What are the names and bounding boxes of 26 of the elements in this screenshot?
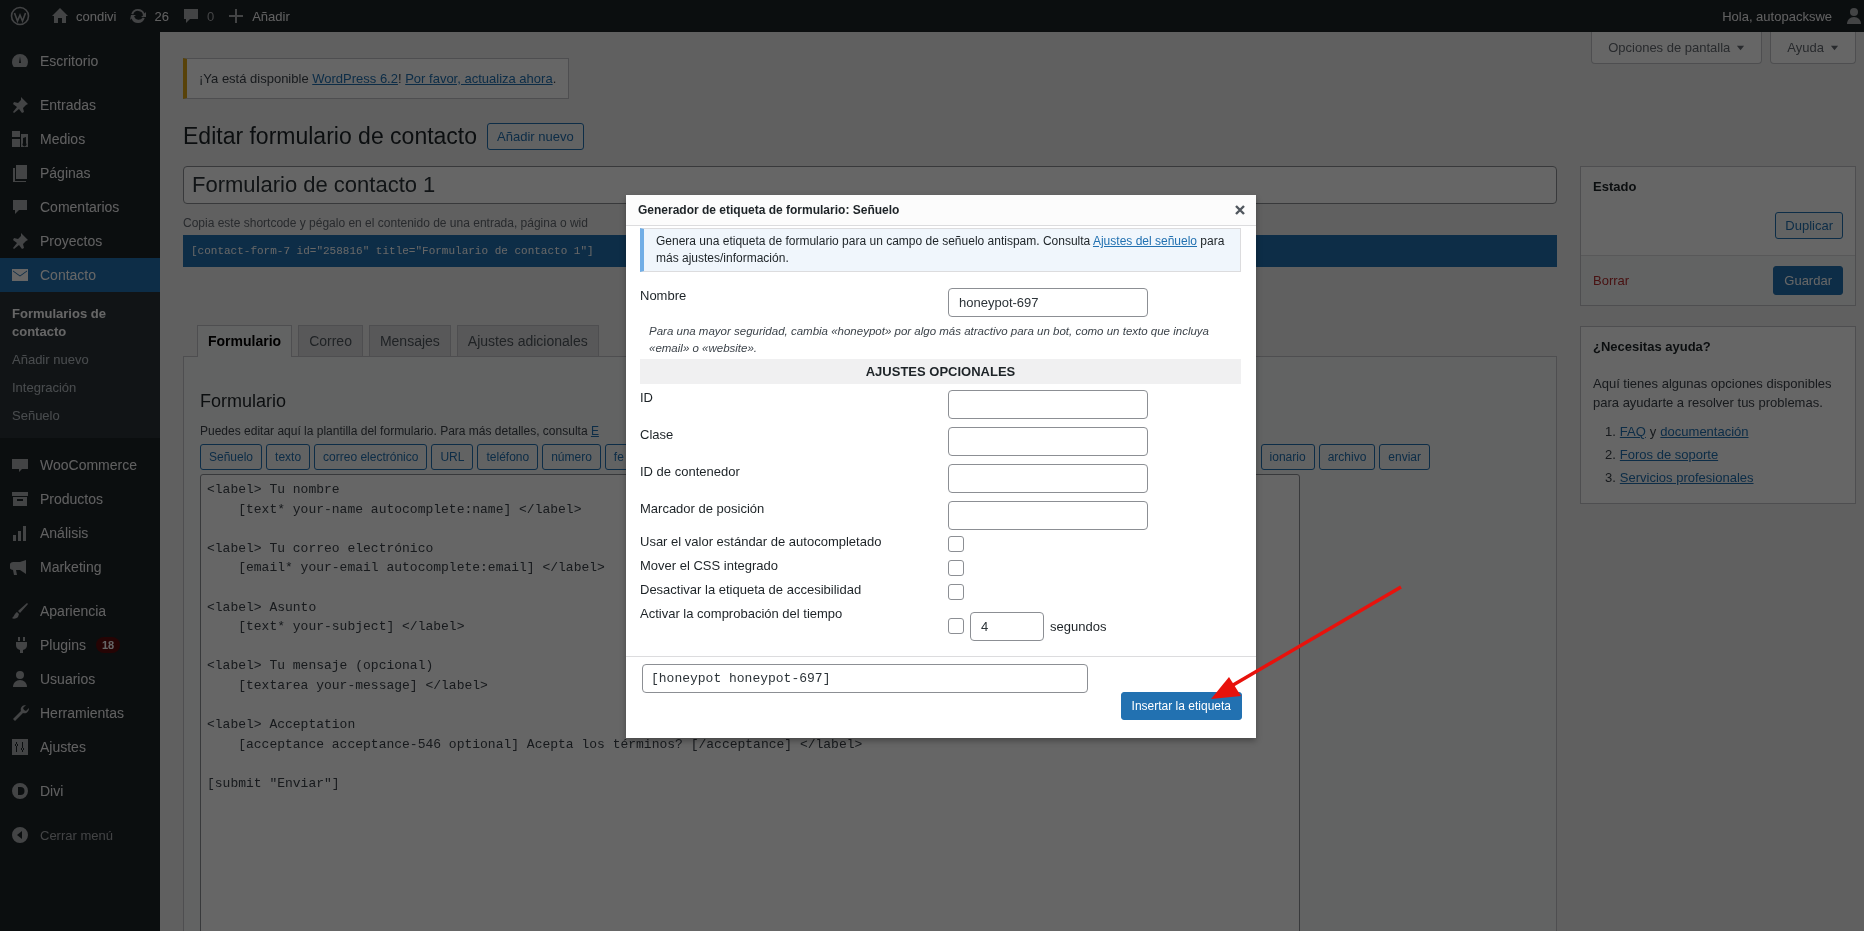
field-label: Mover el CSS integrado <box>640 557 779 573</box>
security-hint: Para una mayor seguridad, cambia «honeypot» por algo más atractivo para un bot, como un texto que incluya «email» o «website». <box>648 324 1210 356</box>
list-number: 3. <box>1605 470 1616 485</box>
section-header: AJUSTES OPCIONALES <box>640 359 1241 384</box>
count-badge: 18 <box>95 637 121 653</box>
page-title: Editar formulario de contacto <box>183 123 478 150</box>
panel-description: Puedes editar aquí la plantilla del formulario. Para más detalles, consulta E <box>200 424 599 438</box>
field-label: Usar el valor estándar de autocompletado <box>640 533 883 549</box>
notice-text: ¡Ya está disponible WordPress 6.2! Por favor, actualiza ahora. <box>199 71 557 86</box>
field-label: ID <box>640 390 654 405</box>
conjunction-text: y <box>1649 424 1657 439</box>
dialog-title: Generador de etiqueta de formulario: Señuelo <box>638 203 900 217</box>
status-title: Estado <box>1592 178 1638 196</box>
list-number: 2. <box>1605 447 1616 462</box>
field-label: Nombre <box>640 288 688 303</box>
field-label: Marcador de posición <box>640 501 766 516</box>
list-number: 1. <box>1605 424 1616 439</box>
help-text: Aquí tienes algunas opciones disponibles para ayudarte a resolver tus problemas. <box>1593 375 1833 412</box>
field-label: Clase <box>640 427 675 442</box>
unit-label: segundos <box>1050 618 1107 634</box>
help-title: ¿Necesitas ayuda? <box>1592 338 1712 356</box>
info-text: Genera una etiqueta de formulario para un campo de señuelo antispam. Consulta Ajustes del señuelo para más ajustes/información. <box>656 234 1225 265</box>
field-label: Activar la comprobación del tiempo <box>640 605 844 621</box>
field-label: Desactivar la etiqueta de accesibilidad <box>640 581 863 597</box>
panel-heading: Formulario <box>200 391 287 412</box>
field-label: ID de contenedor <box>640 464 741 479</box>
